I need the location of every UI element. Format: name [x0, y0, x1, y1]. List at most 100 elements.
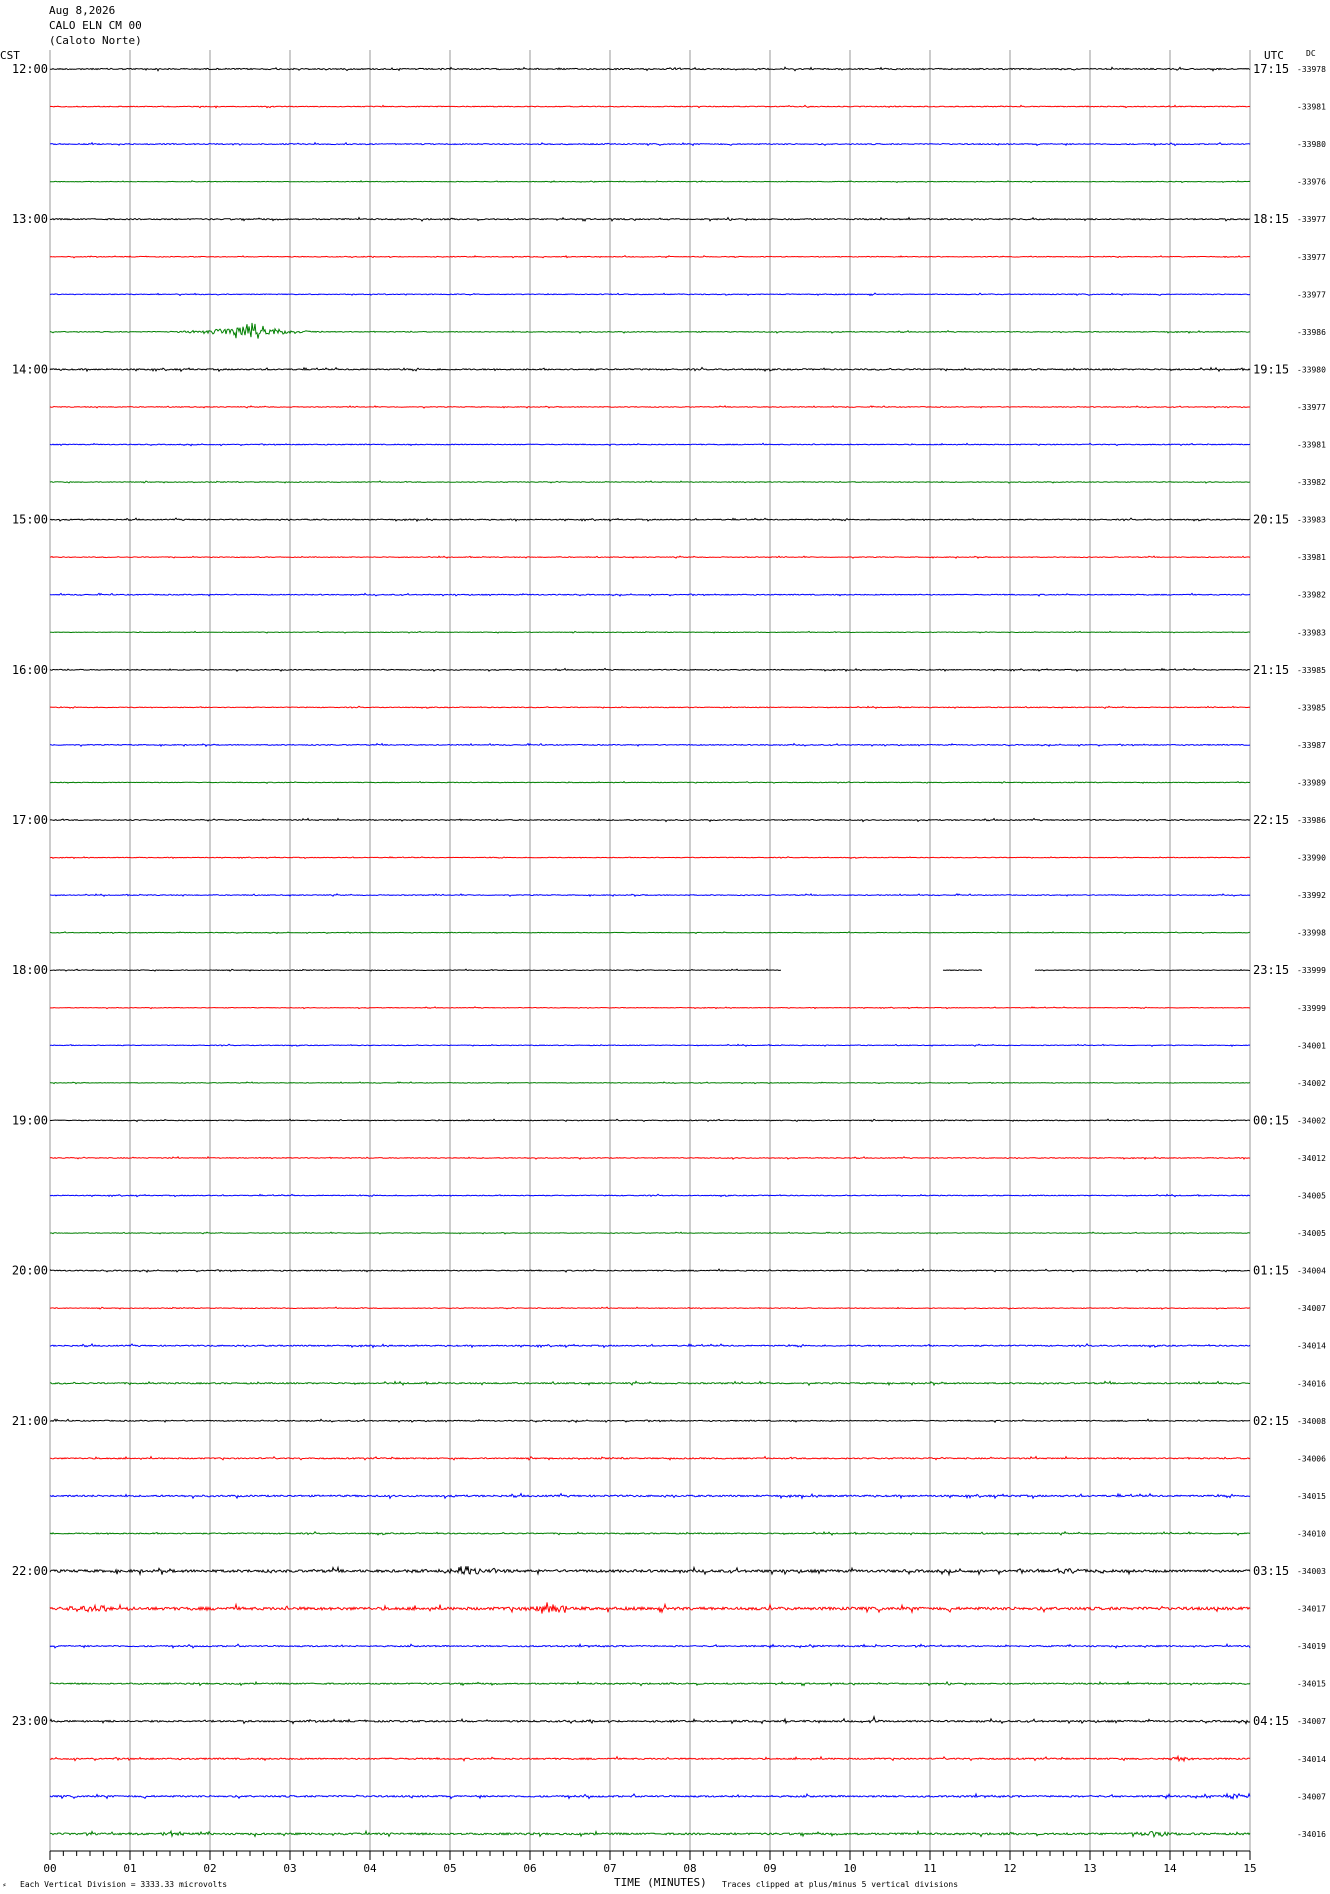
trace-row: [49, 180, 1251, 184]
dc-offset-label: -34008: [1297, 1417, 1326, 1426]
dc-offset-label: -34001: [1297, 1041, 1326, 1050]
trace-row: [49, 856, 1251, 860]
cst-hour-label: 19:00: [12, 1113, 48, 1127]
dc-offset-label: -34017: [1297, 1605, 1326, 1614]
trace-row: [50, 66, 1251, 72]
trace-row: [49, 630, 1251, 634]
dc-offset-label: -33989: [1297, 778, 1326, 787]
x-tick-label: 10: [843, 1862, 856, 1875]
trace-row: [49, 104, 1251, 109]
footer-mark: ⸗: [2, 1880, 7, 1889]
cst-hour-label: 13:00: [12, 212, 48, 226]
trace-row: [49, 1602, 1251, 1615]
dc-offset-label: -33985: [1297, 666, 1326, 675]
trace-row: [49, 1043, 1251, 1048]
trace-row: [49, 1492, 1251, 1500]
trace-row: [49, 1081, 1251, 1085]
dc-offset-label: -34010: [1297, 1529, 1326, 1538]
trace-row: [49, 742, 1251, 748]
x-tick-label: 05: [443, 1862, 456, 1875]
dc-offset-label: -33985: [1297, 703, 1326, 712]
dc-offset-label: -34014: [1297, 1342, 1326, 1351]
trace-row: [49, 1829, 1251, 1839]
cst-hour-label: 23:00: [12, 1714, 48, 1728]
trace-row: [49, 1118, 1251, 1123]
trace-row: [49, 1792, 1251, 1801]
trace-row: [49, 517, 1251, 523]
dc-offset-label: -33999: [1297, 1004, 1326, 1013]
dc-offset-label: -33981: [1297, 103, 1326, 112]
utc-hour-label: 03:15: [1253, 1564, 1289, 1578]
dc-offset-label: -33980: [1297, 365, 1326, 374]
scale-note: Each Vertical Division = 3333.33 microvo…: [20, 1880, 228, 1889]
trace-row: [49, 817, 1251, 823]
dc-offset-label: -34005: [1297, 1229, 1326, 1238]
trace-row: [49, 1418, 1251, 1424]
dc-offset-label: -34016: [1297, 1379, 1326, 1388]
dc-offset-label: -34002: [1297, 1116, 1326, 1125]
trace-row: [49, 1530, 1251, 1536]
trace-row: [49, 1155, 1251, 1160]
cst-hour-label: 14:00: [12, 362, 48, 376]
dc-offset-label: -33983: [1297, 516, 1326, 525]
trace-row: [49, 1565, 1251, 1577]
x-tick-label: 06: [523, 1862, 536, 1875]
dc-offset-label: -33998: [1297, 929, 1326, 938]
trace-row: [49, 1268, 1251, 1274]
dc-offset-label: -33982: [1297, 591, 1326, 600]
dc-offset-label: -34015: [1297, 1492, 1326, 1501]
x-tick-label: 00: [43, 1862, 56, 1875]
dc-offset-label: -33992: [1297, 891, 1326, 900]
utc-hour-label: 18:15: [1253, 212, 1289, 226]
trace-row: [49, 931, 1250, 935]
trace-row: [49, 1006, 1250, 1010]
x-tick-label: 03: [283, 1862, 296, 1875]
trace-row: [49, 1380, 1250, 1387]
cst-hour-label: 16:00: [12, 663, 48, 677]
dc-offset-label: -33987: [1297, 741, 1326, 750]
trace-row: [49, 1680, 1251, 1687]
trace-row: [49, 1455, 1251, 1461]
trace-row: [49, 141, 1251, 147]
dc-offset-label: -34004: [1297, 1267, 1326, 1276]
dc-offset-label: -33977: [1297, 403, 1326, 412]
cst-hour-label: 18:00: [12, 963, 48, 977]
dc-offset-label: -34019: [1297, 1642, 1326, 1651]
dc-offset-label: -33976: [1297, 178, 1326, 187]
dc-offset-label: -33999: [1297, 966, 1326, 975]
x-tick-label: 11: [923, 1862, 936, 1875]
x-tick-label: 15: [1243, 1862, 1256, 1875]
dc-offset-label: -33977: [1297, 253, 1326, 262]
trace-row: [50, 1306, 1251, 1310]
utc-hour-label: 01:15: [1253, 1264, 1289, 1278]
dc-offset-label: -33983: [1297, 628, 1326, 637]
trace-row: [49, 1754, 1251, 1763]
dc-offset-label: -34014: [1297, 1755, 1326, 1764]
utc-hour-label: 23:15: [1253, 963, 1289, 977]
trace-row: [49, 405, 1251, 409]
dc-offset-label: -33986: [1297, 816, 1326, 825]
trace-row: [49, 1193, 1251, 1198]
dc-offset-label: -34007: [1297, 1717, 1326, 1726]
dc-offset-label: -34015: [1297, 1680, 1326, 1689]
x-tick-label: 02: [203, 1862, 216, 1875]
dc-offset-label: -34006: [1297, 1454, 1326, 1463]
trace-row: [49, 1643, 1251, 1649]
dc-offset-label: -33978: [1297, 65, 1326, 74]
seismogram-plot: -33978 -33981 -33980 -33976 -33977 -33977 -339…: [12, 50, 1326, 1875]
trace-row: [49, 216, 1251, 222]
x-tick-label: 13: [1083, 1862, 1096, 1875]
dc-offset-label: -34007: [1297, 1792, 1326, 1801]
x-tick-label: 08: [683, 1862, 696, 1875]
trace-row: [49, 442, 1251, 447]
trace-row: [49, 968, 1251, 972]
trace-row: [49, 1343, 1251, 1349]
dc-offset-label: -33977: [1297, 290, 1326, 299]
trace-row: [49, 480, 1250, 484]
x-tick-label: 01: [123, 1862, 136, 1875]
utc-hour-label: 19:15: [1253, 362, 1289, 376]
trace-row: [49, 780, 1251, 784]
dc-offset-label: -34012: [1297, 1154, 1326, 1163]
trace-row: [49, 292, 1250, 297]
cst-hour-label: 20:00: [12, 1264, 48, 1278]
